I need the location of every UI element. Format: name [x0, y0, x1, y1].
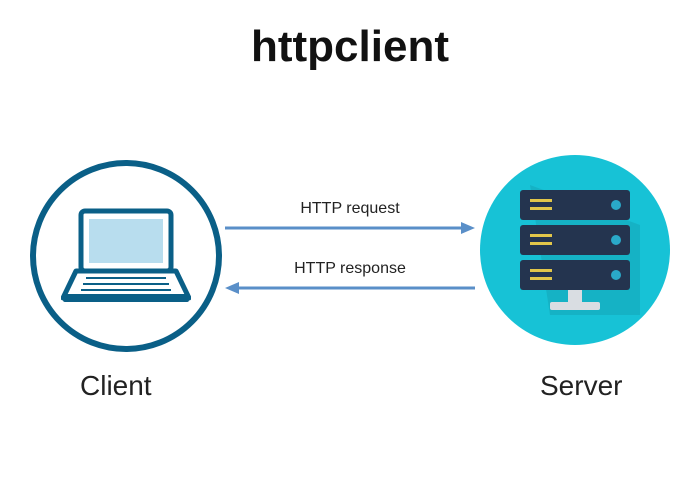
arrow-left-icon [225, 280, 475, 296]
request-row: HTTP request [225, 200, 475, 236]
server-circle [480, 155, 670, 345]
server-icon [500, 175, 650, 325]
client-circle [30, 160, 222, 352]
client-label: Client [80, 370, 152, 402]
laptop-icon [61, 206, 191, 306]
response-label: HTTP response [225, 260, 475, 278]
diagram-title: httpclient [0, 22, 700, 72]
response-row: HTTP response [225, 260, 475, 296]
arrow-right-icon [225, 220, 475, 236]
server-label: Server [540, 370, 622, 402]
request-label: HTTP request [225, 200, 475, 218]
